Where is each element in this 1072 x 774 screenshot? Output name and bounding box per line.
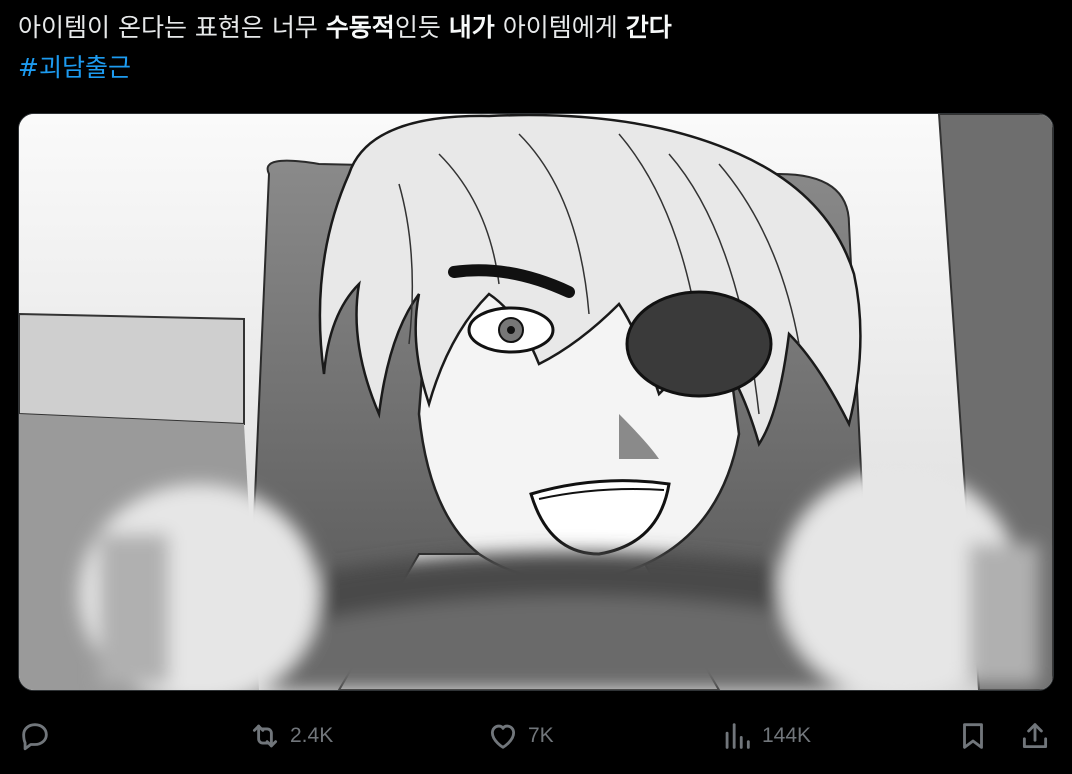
retweet-button[interactable]: 2.4K bbox=[248, 708, 333, 764]
bookmark-button[interactable] bbox=[956, 708, 990, 764]
reply-button[interactable] bbox=[18, 708, 60, 764]
manga-panel-illustration bbox=[19, 114, 1053, 690]
tweet-text-bold-segment: 수동적 bbox=[325, 13, 395, 42]
views-button[interactable]: 144K bbox=[720, 708, 811, 764]
views-count: 144K bbox=[762, 724, 812, 747]
tweet-text-segment: 인듯 bbox=[394, 13, 449, 42]
retweet-count: 2.4K bbox=[290, 724, 334, 747]
tweet-text-segment: 아이템이 온다는 표현은 너무 bbox=[18, 13, 326, 42]
share-icon bbox=[1018, 719, 1052, 753]
tweet-media-image[interactable] bbox=[18, 113, 1054, 691]
bookmark-icon bbox=[956, 719, 990, 753]
tweet-text-bold-segment: 내가 bbox=[448, 13, 495, 42]
tweet-text-bold-segment: 간다 bbox=[625, 13, 672, 42]
views-chart-icon bbox=[720, 719, 754, 753]
hashtag-link[interactable]: #괴담출근 bbox=[18, 48, 131, 88]
share-button[interactable] bbox=[1018, 708, 1052, 764]
reply-icon bbox=[18, 719, 52, 753]
retweet-icon bbox=[248, 719, 282, 753]
heart-icon bbox=[486, 719, 520, 753]
tweet-text-line-1: 아이템이 온다는 표현은 너무 수동적인듯 내가 아이템에게 간다 bbox=[18, 8, 1058, 48]
like-button[interactable]: 7K bbox=[486, 708, 554, 764]
tweet-text: 아이템이 온다는 표현은 너무 수동적인듯 내가 아이템에게 간다 #괴담출근 bbox=[18, 8, 1058, 88]
tweet-text-segment: 아이템에게 bbox=[494, 13, 626, 42]
like-count: 7K bbox=[528, 724, 554, 747]
tweet-actions-bar: 2.4K 7K 144K bbox=[0, 708, 1072, 764]
